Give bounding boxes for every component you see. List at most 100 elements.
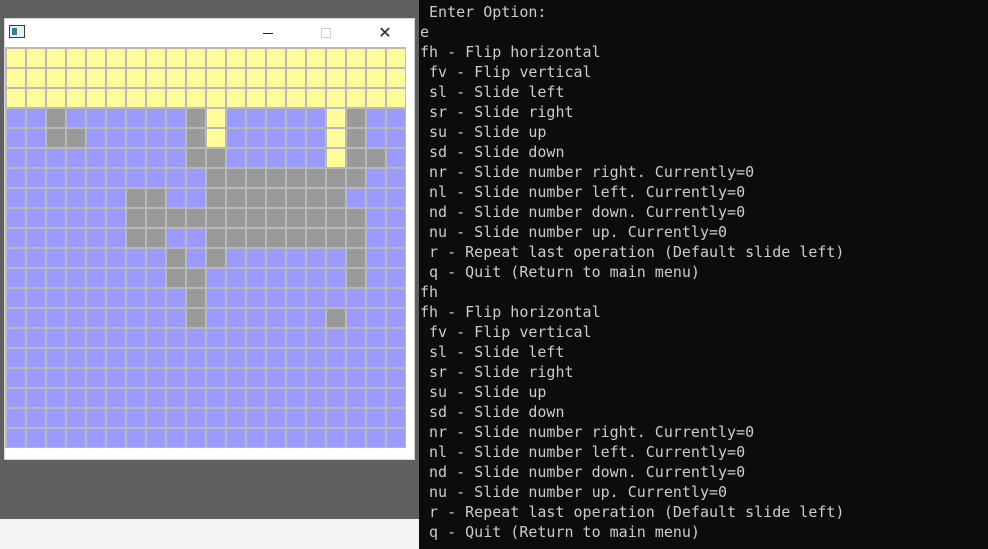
grid-cell[interactable] — [207, 129, 225, 147]
grid-cell[interactable] — [87, 429, 105, 447]
grid-cell[interactable] — [27, 89, 45, 107]
grid-cell[interactable] — [347, 309, 365, 327]
grid-cell[interactable] — [367, 229, 385, 247]
grid-cell[interactable] — [247, 389, 265, 407]
grid-cell[interactable] — [147, 129, 165, 147]
grid-cell[interactable] — [7, 289, 25, 307]
grid-cell[interactable] — [187, 249, 205, 267]
grid-cell[interactable] — [387, 209, 405, 227]
grid-cell[interactable] — [27, 149, 45, 167]
grid-cell[interactable] — [207, 269, 225, 287]
grid-cell[interactable] — [207, 49, 225, 67]
grid-cell[interactable] — [127, 89, 145, 107]
grid-cell[interactable] — [387, 229, 405, 247]
grid-cell[interactable] — [7, 169, 25, 187]
grid-cell[interactable] — [367, 89, 385, 107]
grid-cell[interactable] — [167, 409, 185, 427]
grid-cell[interactable] — [367, 69, 385, 87]
grid-cell[interactable] — [227, 69, 245, 87]
grid-cell[interactable] — [287, 209, 305, 227]
grid-cell[interactable] — [207, 69, 225, 87]
grid-cell[interactable] — [47, 49, 65, 67]
grid-cell[interactable] — [307, 209, 325, 227]
grid-cell[interactable] — [67, 369, 85, 387]
grid-cell[interactable] — [7, 249, 25, 267]
grid-cell[interactable] — [247, 49, 265, 67]
grid-cell[interactable] — [87, 129, 105, 147]
grid-cell[interactable] — [247, 309, 265, 327]
grid-cell[interactable] — [67, 229, 85, 247]
grid-cell[interactable] — [287, 329, 305, 347]
pixel-grid[interactable] — [5, 47, 406, 448]
grid-cell[interactable] — [327, 249, 345, 267]
grid-cell[interactable] — [327, 309, 345, 327]
grid-cell[interactable] — [47, 89, 65, 107]
grid-cell[interactable] — [267, 169, 285, 187]
grid-cell[interactable] — [27, 309, 45, 327]
grid-cell[interactable] — [87, 329, 105, 347]
grid-cell[interactable] — [7, 329, 25, 347]
grid-cell[interactable] — [387, 289, 405, 307]
grid-cell[interactable] — [27, 269, 45, 287]
grid-cell[interactable] — [287, 349, 305, 367]
grid-cell[interactable] — [267, 229, 285, 247]
grid-cell[interactable] — [67, 389, 85, 407]
grid-cell[interactable] — [7, 409, 25, 427]
grid-cell[interactable] — [367, 309, 385, 327]
grid-cell[interactable] — [147, 189, 165, 207]
grid-cell[interactable] — [347, 249, 365, 267]
grid-cell[interactable] — [7, 349, 25, 367]
grid-cell[interactable] — [227, 209, 245, 227]
grid-cell[interactable] — [367, 189, 385, 207]
grid-cell[interactable] — [307, 289, 325, 307]
grid-cell[interactable] — [87, 269, 105, 287]
grid-cell[interactable] — [287, 149, 305, 167]
console-window[interactable]: Enter Option: e fh - Flip horizontal fv - … — [419, 0, 988, 549]
grid-cell[interactable] — [27, 69, 45, 87]
grid-cell[interactable] — [187, 89, 205, 107]
grid-cell[interactable] — [347, 389, 365, 407]
grid-cell[interactable] — [387, 49, 405, 67]
grid-cell[interactable] — [187, 189, 205, 207]
grid-cell[interactable] — [67, 109, 85, 127]
grid-cell[interactable] — [127, 389, 145, 407]
grid-cell[interactable] — [247, 329, 265, 347]
grid-cell[interactable] — [7, 269, 25, 287]
grid-cell[interactable] — [207, 289, 225, 307]
grid-cell[interactable] — [47, 229, 65, 247]
grid-cell[interactable] — [187, 329, 205, 347]
grid-cell[interactable] — [147, 169, 165, 187]
grid-cell[interactable] — [387, 109, 405, 127]
grid-cell[interactable] — [367, 209, 385, 227]
grid-cell[interactable] — [127, 229, 145, 247]
grid-cell[interactable] — [47, 169, 65, 187]
grid-cell[interactable] — [127, 269, 145, 287]
grid-cell[interactable] — [227, 429, 245, 447]
grid-cell[interactable] — [267, 209, 285, 227]
grid-cell[interactable] — [47, 369, 65, 387]
grid-cell[interactable] — [367, 289, 385, 307]
grid-cell[interactable] — [27, 389, 45, 407]
grid-cell[interactable] — [267, 369, 285, 387]
grid-cell[interactable] — [247, 249, 265, 267]
grid-cell[interactable] — [67, 189, 85, 207]
grid-cell[interactable] — [247, 429, 265, 447]
grid-cell[interactable] — [207, 249, 225, 267]
grid-cell[interactable] — [7, 89, 25, 107]
grid-cell[interactable] — [227, 149, 245, 167]
grid-cell[interactable] — [287, 369, 305, 387]
grid-cell[interactable] — [207, 409, 225, 427]
grid-cell[interactable] — [167, 169, 185, 187]
grid-cell[interactable] — [27, 229, 45, 247]
grid-cell[interactable] — [227, 269, 245, 287]
grid-cell[interactable] — [327, 89, 345, 107]
grid-cell[interactable] — [327, 329, 345, 347]
grid-cell[interactable] — [127, 249, 145, 267]
grid-cell[interactable] — [387, 189, 405, 207]
grid-cell[interactable] — [227, 189, 245, 207]
grid-cell[interactable] — [147, 329, 165, 347]
grid-cell[interactable] — [227, 109, 245, 127]
grid-cell[interactable] — [167, 129, 185, 147]
grid-cell[interactable] — [47, 109, 65, 127]
grid-cell[interactable] — [107, 229, 125, 247]
